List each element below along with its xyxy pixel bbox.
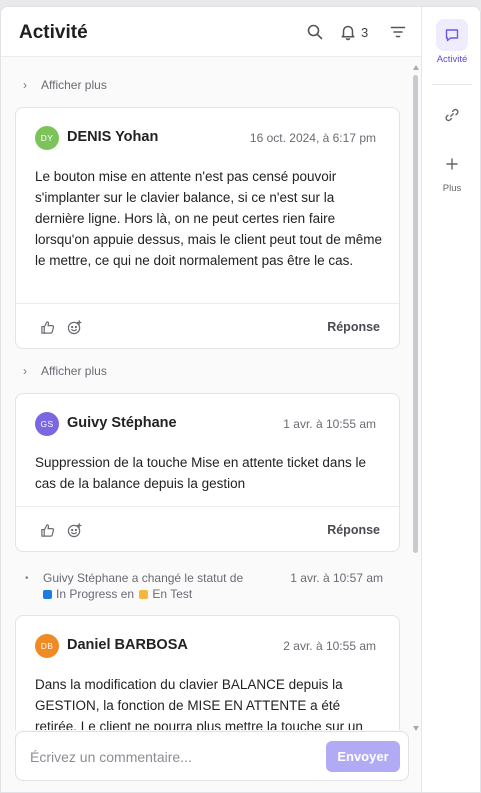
status-connector: en bbox=[120, 587, 135, 601]
bullet: • bbox=[25, 573, 29, 584]
comment-author: Daniel BARBOSA bbox=[67, 637, 188, 653]
comment-card: DY DENIS Yohan 16 oct. 2024, à 6:17 pm L… bbox=[15, 107, 400, 349]
sidebar-item-label: Activité bbox=[436, 54, 468, 65]
sidebar-item-link[interactable] bbox=[422, 99, 480, 131]
panel-header: Activité 3 bbox=[1, 7, 421, 57]
avatar: DB bbox=[35, 634, 59, 658]
reply-button[interactable]: Réponse bbox=[327, 320, 380, 334]
activity-main: Activité 3 › Afficher plus DY DENIS Yoha… bbox=[1, 7, 422, 792]
plus-icon bbox=[436, 148, 468, 180]
right-sidebar: Activité Plus bbox=[422, 7, 480, 792]
sidebar-item-more[interactable]: Plus bbox=[422, 148, 480, 194]
show-more-label: Afficher plus bbox=[41, 78, 107, 92]
link-icon bbox=[436, 99, 468, 131]
comment-date: 16 oct. 2024, à 6:17 pm bbox=[249, 131, 376, 145]
send-button[interactable]: Envoyer bbox=[326, 741, 400, 772]
add-reaction-icon[interactable] bbox=[67, 320, 82, 335]
show-more-button[interactable]: › Afficher plus bbox=[23, 364, 107, 378]
comment-author: Guivy Stéphane bbox=[67, 415, 177, 431]
comment-card: DB Daniel BARBOSA 2 avr. à 10:55 am Dans… bbox=[15, 615, 400, 730]
status-color-square bbox=[43, 590, 52, 599]
avatar: DY bbox=[35, 126, 59, 150]
comment-text: Dans la modification du clavier BALANCE … bbox=[35, 677, 363, 730]
thumbs-up-icon[interactable] bbox=[40, 320, 55, 335]
filter-icon[interactable] bbox=[389, 23, 407, 41]
comment-card: GS Guivy Stéphane 1 avr. à 10:55 am Supp… bbox=[15, 393, 400, 552]
comment-actions: Réponse bbox=[16, 303, 399, 349]
activity-panel: Activité 3 › Afficher plus DY DENIS Yoha… bbox=[0, 6, 481, 793]
comment-actions: Réponse bbox=[16, 506, 399, 552]
notification-count: 3 bbox=[361, 25, 369, 40]
comment-input[interactable] bbox=[30, 746, 320, 768]
sidebar-item-activity[interactable]: Activité bbox=[422, 19, 480, 65]
activity-feed[interactable]: › Afficher plus DY DENIS Yohan 16 oct. 2… bbox=[1, 58, 421, 730]
status-change-description: Guivy Stéphane a changé le statut de bbox=[43, 571, 244, 585]
status-change-text: Guivy Stéphane a changé le statut de In … bbox=[43, 570, 263, 602]
status-change-time: 1 avr. à 10:57 am bbox=[290, 571, 383, 585]
comment-text: Suppression de la touche Mise en attente… bbox=[35, 455, 366, 491]
avatar: GS bbox=[35, 412, 59, 436]
status-color-square bbox=[139, 590, 149, 599]
show-more-label: Afficher plus bbox=[41, 364, 107, 378]
status-from: In Progress bbox=[56, 587, 118, 601]
comment-text: Le bouton mise en attente n'est pas cens… bbox=[35, 169, 383, 268]
chevron-right-icon: › bbox=[23, 364, 27, 378]
add-reaction-icon[interactable] bbox=[67, 523, 82, 538]
scroll-down-arrow[interactable] bbox=[413, 726, 419, 731]
scroll-up-arrow[interactable] bbox=[413, 65, 419, 70]
comment-composer: Envoyer bbox=[15, 731, 409, 781]
comment-icon bbox=[436, 19, 468, 51]
bell-icon[interactable] bbox=[339, 23, 357, 41]
comment-date: 1 avr. à 10:55 am bbox=[283, 417, 376, 431]
sidebar-item-label: Plus bbox=[442, 183, 462, 194]
page-title: Activité bbox=[19, 22, 88, 43]
show-more-button[interactable]: › Afficher plus bbox=[23, 78, 107, 92]
scrollbar[interactable] bbox=[412, 65, 419, 731]
chevron-right-icon: › bbox=[23, 78, 27, 92]
search-icon[interactable] bbox=[306, 23, 324, 41]
comment-author: DENIS Yohan bbox=[67, 129, 159, 145]
comment-date: 2 avr. à 10:55 am bbox=[283, 639, 376, 653]
status-to: En Test bbox=[152, 587, 193, 601]
thumbs-up-icon[interactable] bbox=[40, 523, 55, 538]
reply-button[interactable]: Réponse bbox=[327, 523, 380, 537]
scrollbar-thumb[interactable] bbox=[413, 75, 418, 553]
divider bbox=[432, 84, 472, 85]
